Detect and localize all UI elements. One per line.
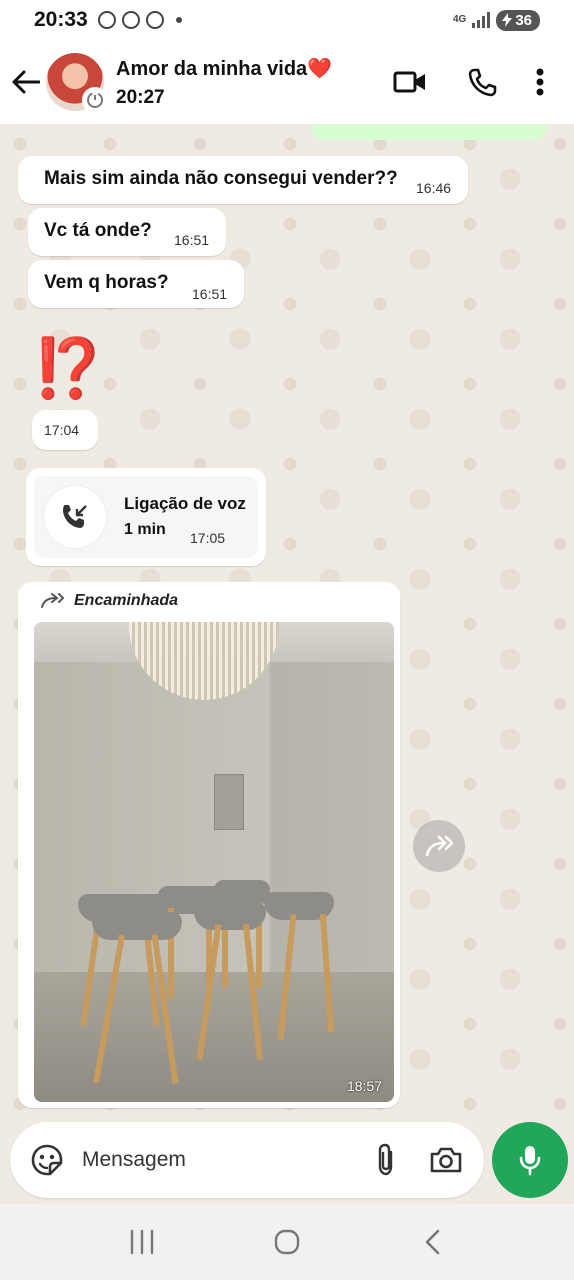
nav-back-icon: [425, 1229, 439, 1255]
contact-last-seen: 20:27: [116, 86, 165, 108]
chat-header: Amor da minha vida❤️ 20:27: [0, 40, 574, 124]
voice-call-bubble[interactable]: Ligação de voz 1 min 17:05: [26, 468, 266, 566]
system-nav-bar: [0, 1204, 574, 1280]
battery-level: 36: [515, 11, 532, 29]
message-time: 16:51: [174, 232, 210, 248]
chat-area[interactable]: Mais sim ainda não consegui vender?? 16:…: [0, 124, 574, 1124]
contact-avatar[interactable]: [46, 53, 108, 113]
paperclip-icon: [378, 1143, 393, 1176]
chrome-icon: [121, 11, 140, 29]
timer-badge-icon: [82, 87, 108, 113]
emoji-sticker-button[interactable]: [16, 1129, 78, 1191]
message-time: 17:05: [190, 530, 226, 546]
voice-call-button[interactable]: [446, 52, 518, 112]
forwarded-label: Encaminhada: [74, 592, 179, 609]
more-vert-icon: [536, 68, 544, 96]
battery-indicator: 36: [496, 9, 540, 31]
message-text: Vem q horas?: [44, 272, 169, 293]
message-time: 18:57: [346, 1078, 382, 1094]
message-time: 16:51: [192, 286, 228, 302]
wall-panel: [214, 774, 244, 830]
message-text: Mais sim ainda não consegui vender??: [44, 168, 398, 189]
incoming-call-icon: [63, 505, 87, 528]
message-bubble[interactable]: Vem q horas? 16:51: [28, 260, 244, 308]
system-indicators: 4G 36: [452, 9, 540, 31]
message-time: 16:46: [416, 180, 452, 196]
home-icon: [274, 1229, 300, 1255]
signal-icon: [472, 12, 491, 28]
back-button[interactable]: [0, 52, 52, 112]
emoji-time-bubble: 17:04: [32, 410, 98, 450]
message-bubble[interactable]: Mais sim ainda não consegui vender?? 16:…: [18, 156, 468, 204]
recent-apps-button[interactable]: [102, 1212, 182, 1272]
network-type: 4G: [452, 14, 467, 25]
message-input[interactable]: Mensagem: [82, 1148, 356, 1172]
incoming-call-icon-wrap: [44, 486, 106, 548]
sticker-icon: [31, 1144, 63, 1176]
status-time: 20:33: [34, 8, 88, 31]
camera-icon: [430, 1147, 462, 1173]
video-call-icon: [393, 71, 425, 93]
emoji-message[interactable]: ⁉️: [32, 334, 104, 403]
message-bubble[interactable]: Vc tá onde? 16:51: [28, 208, 226, 256]
message-text: Vc tá onde?: [44, 220, 152, 241]
message-composer: Mensagem: [10, 1122, 484, 1198]
phone-icon: [468, 68, 497, 97]
video-call-button[interactable]: [374, 52, 446, 112]
camera-button[interactable]: [416, 1130, 476, 1190]
chrome-icon: [145, 11, 164, 29]
status-bar: 20:33 4G 36: [0, 0, 574, 40]
message-time: 17:04: [44, 422, 80, 438]
charging-icon: [502, 13, 513, 27]
attach-button[interactable]: [356, 1130, 416, 1190]
contact-name: Amor da minha vida❤️: [116, 57, 333, 80]
mic-icon: [519, 1146, 541, 1176]
forwarded-header: Encaminhada: [40, 592, 178, 610]
dot-icon: [175, 17, 182, 23]
forward-icon: [425, 835, 454, 857]
forwarded-icon: [41, 593, 64, 608]
whatsapp-icon: [97, 11, 116, 29]
forward-button[interactable]: [413, 820, 465, 872]
forwarded-photo[interactable]: 18:57: [34, 622, 394, 1102]
more-options-button[interactable]: [518, 52, 562, 112]
contact-info[interactable]: Amor da minha vida❤️ 20:27: [116, 56, 374, 109]
call-label: Ligação de voz: [124, 494, 246, 513]
back-arrow-icon: [12, 70, 40, 94]
voice-message-button[interactable]: [492, 1122, 568, 1198]
call-duration: 1 min: [124, 521, 166, 538]
recents-icon: [131, 1229, 154, 1255]
home-button[interactable]: [247, 1212, 327, 1272]
chandelier: [129, 622, 279, 700]
notification-icons: [97, 11, 182, 29]
forwarded-image-bubble[interactable]: Encaminhada 18:57: [18, 582, 400, 1108]
outgoing-message-bubble[interactable]: [312, 124, 546, 140]
nav-back-button[interactable]: [392, 1212, 472, 1272]
